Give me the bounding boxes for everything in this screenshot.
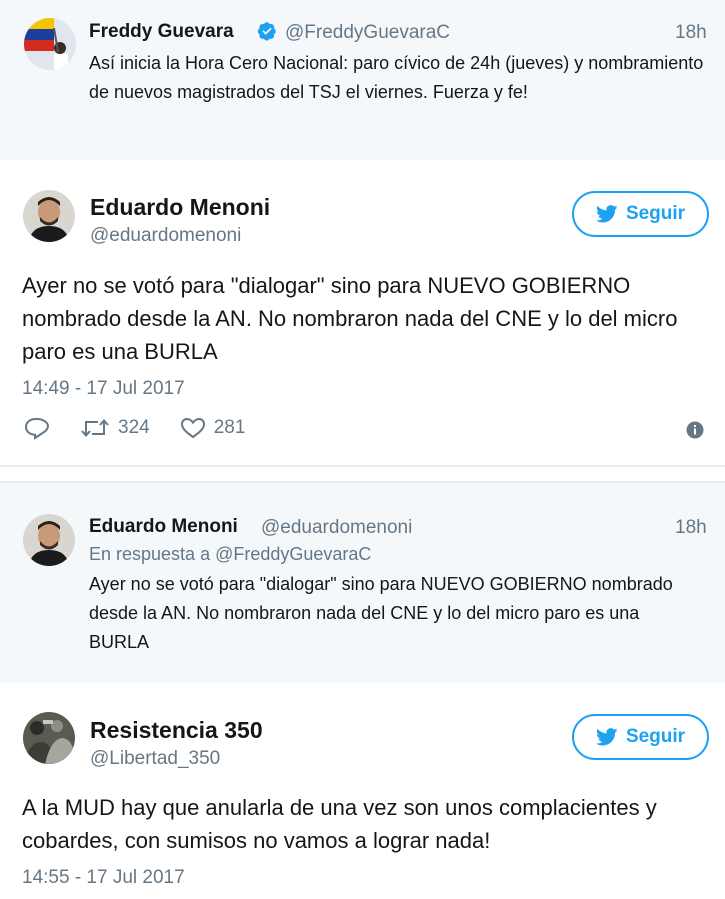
tweet-timestamp[interactable]: 14:55 - 17 Jul 2017 <box>22 867 185 889</box>
follow-button-label: Seguir <box>625 726 686 747</box>
avatar[interactable] <box>23 712 75 764</box>
author-handle[interactable]: @FreddyGuevaraC <box>285 22 450 44</box>
author-handle[interactable]: @eduardomenoni <box>90 225 241 247</box>
twitter-bird-icon <box>595 728 618 746</box>
follow-button-label: Seguir <box>625 203 686 224</box>
verified-badge-icon <box>257 22 276 41</box>
retweet-button[interactable]: 324 <box>80 417 150 439</box>
reply-prefix: En respuesta a <box>89 544 211 564</box>
tweet-time[interactable]: 18h <box>675 517 707 539</box>
tweet-eduardo-menoni-reply[interactable]: Eduardo Menoni @eduardomenoni 18h En res… <box>0 483 725 683</box>
author-handle[interactable]: @eduardomenoni <box>261 517 412 539</box>
tweet-timestamp[interactable]: 14:49 - 17 Jul 2017 <box>22 378 185 400</box>
avatar[interactable] <box>23 514 75 566</box>
avatar-portrait-image <box>23 190 75 242</box>
tweet-text: Así inicia la Hora Cero Nacional: paro c… <box>89 53 704 102</box>
author-name[interactable]: Eduardo Menoni <box>90 194 270 221</box>
section-divider <box>0 465 725 483</box>
reply-icon <box>24 418 50 440</box>
author-handle[interactable]: @Libertad_350 <box>90 748 220 770</box>
author-name[interactable]: Resistencia 350 <box>90 717 263 744</box>
tweet-text: A la MUD hay que anularla de una vez son… <box>22 795 657 853</box>
retweet-icon <box>81 418 109 438</box>
avatar[interactable] <box>23 190 75 242</box>
like-count: 281 <box>213 417 246 438</box>
avatar-crowd-image <box>23 712 75 764</box>
author-name[interactable]: Freddy Guevara <box>89 21 234 43</box>
like-button[interactable]: 281 <box>180 416 246 440</box>
tweet-resistencia-350: Resistencia 350 @Libertad_350 Seguir A l… <box>0 683 725 899</box>
tweet-text: Ayer no se votó para "dialogar" sino par… <box>89 574 673 652</box>
follow-button[interactable]: Seguir <box>572 191 709 237</box>
author-name[interactable]: Eduardo Menoni <box>89 516 238 538</box>
twitter-bird-icon <box>595 205 618 223</box>
retweet-count: 324 <box>118 417 150 438</box>
tweet-eduardo-menoni-main: Eduardo Menoni @eduardomenoni Seguir Aye… <box>0 160 725 465</box>
avatar-flag-image <box>24 18 76 70</box>
info-icon[interactable] <box>686 421 704 439</box>
avatar-portrait-image <box>23 514 75 566</box>
reply-to-handle[interactable]: @FreddyGuevaraC <box>215 544 371 564</box>
reply-context: En respuesta a @FreddyGuevaraC <box>89 544 371 565</box>
avatar[interactable] <box>24 18 76 70</box>
follow-button[interactable]: Seguir <box>572 714 709 760</box>
tweet-actions: 324 281 <box>24 416 275 440</box>
tweet-freddy-guevara[interactable]: Freddy Guevara @FreddyGuevaraC 18h Así i… <box>0 0 725 160</box>
reply-button[interactable] <box>24 416 50 440</box>
like-icon <box>180 417 205 439</box>
tweet-text: Ayer no se votó para "dialogar" sino par… <box>22 273 678 364</box>
tweet-time[interactable]: 18h <box>675 22 707 44</box>
